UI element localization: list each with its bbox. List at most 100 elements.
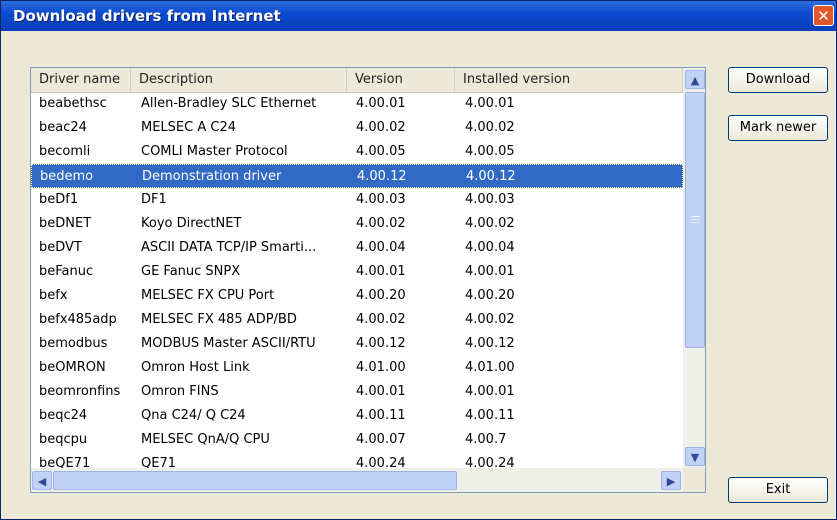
grip-line	[691, 219, 700, 220]
table-row[interactable]: becomli COMLI Master Protocol 4.00.05 4.00.…	[31, 140, 683, 164]
table-row[interactable]: bedemo Demonstration driver 4.00.12 4.00.12	[31, 164, 683, 188]
description-cell: COMLI Master Protocol	[141, 144, 288, 159]
scroll-down-button[interactable]: ▼	[685, 447, 705, 466]
horizontal-scrollbar[interactable]: ◀ ▶	[31, 468, 683, 492]
arrow-down-icon: ▼	[690, 451, 700, 464]
version-cell: 4.00.24	[356, 456, 406, 468]
description-cell: MELSEC QnA/Q CPU	[141, 432, 270, 447]
version-cell: 4.00.11	[356, 408, 406, 423]
installed-version-cell: 4.00.12	[465, 336, 515, 351]
arrow-right-icon: ▶	[666, 475, 676, 488]
installed-version-cell: 4.00.02	[465, 312, 515, 327]
driver-name-cell: beac24	[39, 120, 87, 135]
vertical-scrollbar[interactable]: ▲ ▼	[683, 68, 705, 468]
table-row[interactable]: beqc24 Qna C24/ Q C24 4.00.11 4.00.11	[31, 404, 683, 428]
horizontal-scroll-thumb[interactable]	[53, 471, 457, 490]
description-cell: Qna C24/ Q C24	[141, 408, 246, 423]
driver-name-cell: beFanuc	[39, 264, 94, 279]
description-cell: MELSEC A C24	[141, 120, 236, 135]
version-cell: 4.00.20	[356, 288, 406, 303]
installed-version-cell: 4.00.01	[465, 96, 515, 111]
table-row[interactable]: bemodbus MODBUS Master ASCII/RTU 4.00.12 4.…	[31, 332, 683, 356]
description-cell: Allen-Bradley SLC Ethernet	[141, 96, 317, 111]
window-title: Download drivers from Internet	[13, 7, 281, 25]
driver-name-cell: befx485adp	[39, 312, 117, 327]
column-header-version[interactable]: Version	[347, 68, 455, 92]
scroll-up-button[interactable]: ▲	[685, 70, 705, 89]
description-cell: QE71	[141, 456, 176, 468]
driver-name-cell: beOMRON	[39, 360, 106, 375]
driver-name-cell: bemodbus	[39, 336, 108, 351]
driver-name-cell: beqc24	[39, 408, 88, 423]
description-cell: MELSEC FX CPU Port	[141, 288, 275, 303]
installed-version-cell: 4.00.20	[465, 288, 515, 303]
installed-version-cell: 4.00.24	[465, 456, 515, 468]
column-header-description[interactable]: Description	[131, 68, 347, 92]
version-cell: 4.00.05	[356, 144, 406, 159]
dialog-window: Download drivers from Internet ✕ Driver …	[0, 0, 837, 520]
grip-line	[691, 216, 700, 217]
driver-name-cell: befx	[39, 288, 68, 303]
driver-name-cell: bedemo	[40, 169, 94, 184]
description-cell: DF1	[141, 192, 167, 207]
vertical-scroll-thumb[interactable]	[685, 92, 705, 348]
list-rows: beabethsc Allen-Bradley SLC Ethernet 4.00.…	[31, 92, 683, 468]
installed-version-cell: 4.00.04	[465, 240, 515, 255]
installed-version-cell: 4.00.02	[465, 120, 515, 135]
driver-name-cell: becomli	[39, 144, 91, 159]
description-cell: Omron Host Link	[141, 360, 250, 375]
installed-version-cell: 4.00.12	[466, 169, 516, 184]
table-row[interactable]: befx485adp MELSEC FX 485 ADP/BD 4.00.02 4.0…	[31, 308, 683, 332]
column-header-driver-name[interactable]: Driver name	[31, 68, 131, 92]
installed-version-cell: 4.00.03	[465, 192, 515, 207]
table-row[interactable]: beqcpu MELSEC QnA/Q CPU 4.00.07 4.00.7	[31, 428, 683, 452]
version-cell: 4.00.07	[356, 432, 406, 447]
mark-newer-button[interactable]: Mark newer	[728, 115, 828, 141]
driver-name-cell: beabethsc	[39, 96, 107, 111]
table-row[interactable]: beOMRON Omron Host Link 4.01.00 4.01.00	[31, 356, 683, 380]
version-cell: 4.00.04	[356, 240, 406, 255]
table-row[interactable]: beDVT ASCII DATA TCP/IP Smarti... 4.00.04 4…	[31, 236, 683, 260]
version-cell: 4.01.00	[356, 360, 406, 375]
table-row[interactable]: befx MELSEC FX CPU Port 4.00.20 4.00.20	[31, 284, 683, 308]
download-button[interactable]: Download	[728, 67, 828, 93]
table-row[interactable]: beFanuc GE Fanuc SNPX 4.00.01 4.00.01	[31, 260, 683, 284]
version-cell: 4.00.03	[356, 192, 406, 207]
driver-name-cell: beDf1	[39, 192, 79, 207]
table-row[interactable]: beDf1 DF1 4.00.03 4.00.03	[31, 188, 683, 212]
installed-version-cell: 4.00.01	[465, 384, 515, 399]
version-cell: 4.00.01	[356, 384, 406, 399]
description-cell: ASCII DATA TCP/IP Smarti...	[141, 240, 317, 255]
installed-version-cell: 4.00.7	[465, 432, 507, 447]
table-row[interactable]: beDNET Koyo DirectNET 4.00.02 4.00.02	[31, 212, 683, 236]
scroll-left-button[interactable]: ◀	[32, 471, 52, 490]
installed-version-cell: 4.00.05	[465, 144, 515, 159]
table-row[interactable]: beac24 MELSEC A C24 4.00.02 4.00.02	[31, 116, 683, 140]
description-cell: Omron FINS	[141, 384, 219, 399]
version-cell: 4.00.01	[356, 264, 406, 279]
installed-version-cell: 4.00.11	[465, 408, 515, 423]
driver-name-cell: beomronfins	[39, 384, 121, 399]
version-cell: 4.00.02	[356, 216, 406, 231]
description-cell: Koyo DirectNET	[141, 216, 242, 231]
description-cell: Demonstration driver	[142, 169, 282, 184]
installed-version-cell: 4.00.02	[465, 216, 515, 231]
table-row[interactable]: beomronfins Omron FINS 4.00.01 4.00.01	[31, 380, 683, 404]
installed-version-cell: 4.00.01	[465, 264, 515, 279]
table-row[interactable]: beabethsc Allen-Bradley SLC Ethernet 4.00.…	[31, 92, 683, 116]
title-bar[interactable]: Download drivers from Internet ✕	[1, 1, 836, 31]
description-cell: MELSEC FX 485 ADP/BD	[141, 312, 297, 327]
close-icon: ✕	[817, 7, 830, 25]
driver-name-cell: beDNET	[39, 216, 92, 231]
close-button[interactable]: ✕	[813, 5, 834, 26]
version-cell: 4.00.02	[356, 120, 406, 135]
driver-name-cell: beqcpu	[39, 432, 88, 447]
table-row[interactable]: beQE71 QE71 4.00.24 4.00.24	[31, 452, 683, 468]
column-header-installed-version[interactable]: Installed version	[455, 68, 683, 92]
exit-button[interactable]: Exit	[728, 477, 828, 503]
grip-line	[691, 222, 700, 223]
scroll-right-button[interactable]: ▶	[661, 471, 681, 490]
description-cell: GE Fanuc SNPX	[141, 264, 241, 279]
drivers-list[interactable]: Driver name Description Version Installe…	[30, 67, 706, 493]
version-cell: 4.00.12	[357, 169, 407, 184]
